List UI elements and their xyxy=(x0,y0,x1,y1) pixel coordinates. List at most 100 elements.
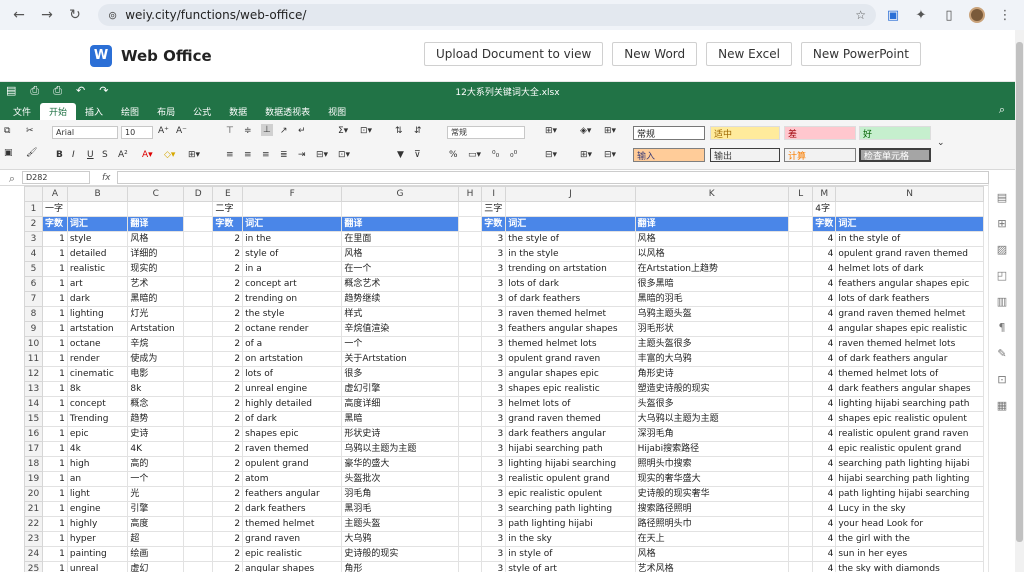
cell-b16[interactable]: epic xyxy=(66,426,129,442)
cell-c22[interactable]: 高度 xyxy=(127,516,185,532)
cell-d20[interactable] xyxy=(183,486,214,502)
cell-b12[interactable]: cinematic xyxy=(66,366,129,382)
copy-icon[interactable]: ⧉ xyxy=(4,126,10,136)
align-center-icon[interactable]: ≡ xyxy=(244,150,252,160)
wrap-text-icon[interactable]: ↵ xyxy=(298,126,306,136)
cell-e25[interactable]: 2 xyxy=(212,561,244,572)
cell-g14[interactable]: 高度详细 xyxy=(341,396,459,412)
cell-f17[interactable]: raven themed xyxy=(242,441,343,457)
cell-f18[interactable]: opulent grand xyxy=(242,456,343,472)
style-neutral[interactable]: 适中 xyxy=(710,126,780,140)
italic-icon[interactable]: I xyxy=(72,150,75,160)
cell-b14[interactable]: concept xyxy=(66,396,129,412)
cell-i10[interactable]: 3 xyxy=(481,336,507,352)
cell-n4[interactable]: opulent grand raven themed xyxy=(835,246,984,262)
superscript-icon[interactable]: A² xyxy=(118,150,128,160)
profile-avatar[interactable] xyxy=(966,4,988,26)
cell-k13[interactable]: 塑造史诗般的现实 xyxy=(634,381,789,397)
cell-h23[interactable] xyxy=(457,531,483,547)
slicer-settings-icon[interactable]: ▦ xyxy=(989,392,1015,418)
percent-icon[interactable]: % xyxy=(449,150,458,160)
sort-desc-icon[interactable]: ⇵ xyxy=(414,126,422,136)
column-header-b[interactable]: B xyxy=(66,186,129,202)
cell-d16[interactable] xyxy=(183,426,214,442)
cell-g6[interactable]: 概念艺术 xyxy=(341,276,459,292)
cell-l10[interactable] xyxy=(787,336,814,352)
column-header-a[interactable]: A xyxy=(41,186,68,202)
cell-m17[interactable]: 4 xyxy=(812,441,837,457)
cell-d1[interactable] xyxy=(183,201,214,217)
cell-e21[interactable]: 2 xyxy=(212,501,244,517)
cell-g20[interactable]: 羽毛角 xyxy=(341,486,459,502)
cell-c16[interactable]: 史诗 xyxy=(127,426,185,442)
cell-n3[interactable]: in the style of xyxy=(835,231,984,247)
column-header-i[interactable]: I xyxy=(481,186,507,202)
avatar[interactable] xyxy=(969,7,985,23)
cell-c5[interactable]: 现实的 xyxy=(127,261,185,277)
clear-filter-icon[interactable]: ⊽ xyxy=(414,150,421,160)
cell-g17[interactable]: 乌鸦以主题为主题 xyxy=(341,441,459,457)
cell-b17[interactable]: 4k xyxy=(66,441,129,457)
paragraph-settings-icon[interactable]: ¶ xyxy=(989,314,1015,340)
cell-l11[interactable] xyxy=(787,351,814,367)
cell-c2[interactable]: 翻译 xyxy=(127,216,185,232)
cell-e20[interactable]: 2 xyxy=(212,486,244,502)
cell-k16[interactable]: 深羽毛角 xyxy=(634,426,789,442)
cell-f4[interactable]: style of xyxy=(242,246,343,262)
upload-document-button[interactable]: Upload Document to view xyxy=(423,42,604,66)
row-header[interactable]: 3 xyxy=(24,231,43,247)
row-header[interactable]: 11 xyxy=(24,351,43,367)
cell-e8[interactable]: 2 xyxy=(212,306,244,322)
cell-l22[interactable] xyxy=(787,516,814,532)
style-input[interactable]: 输入 xyxy=(633,148,705,162)
row-header[interactable]: 14 xyxy=(24,396,43,412)
row-header[interactable]: 6 xyxy=(24,276,43,292)
translate-icon[interactable]: ▣ xyxy=(882,4,904,26)
cell-c8[interactable]: 灯光 xyxy=(127,306,185,322)
cell-l6[interactable] xyxy=(787,276,814,292)
cell-e10[interactable]: 2 xyxy=(212,336,244,352)
cell-i7[interactable]: 3 xyxy=(481,291,507,307)
cell-i12[interactable]: 3 xyxy=(481,366,507,382)
more-menu-icon[interactable]: ⋮ xyxy=(994,4,1016,26)
cell-l4[interactable] xyxy=(787,246,814,262)
cell-m1[interactable]: 4字 xyxy=(812,201,837,217)
cell-g5[interactable]: 在一个 xyxy=(341,261,459,277)
column-header-n[interactable]: N xyxy=(835,186,984,202)
cell-d8[interactable] xyxy=(183,306,214,322)
cell-i22[interactable]: 3 xyxy=(481,516,507,532)
cell-a7[interactable]: 1 xyxy=(41,291,68,307)
row-header[interactable]: 1 xyxy=(24,201,43,217)
cell-m3[interactable]: 4 xyxy=(812,231,837,247)
cell-g3[interactable]: 在里面 xyxy=(341,231,459,247)
cell-m25[interactable]: 4 xyxy=(812,561,837,572)
sort-asc-icon[interactable]: ⇅ xyxy=(395,126,403,136)
cell-b1[interactable] xyxy=(66,201,129,217)
cell-d5[interactable] xyxy=(183,261,214,277)
cell-i6[interactable]: 3 xyxy=(481,276,507,292)
cell-g9[interactable]: 辛烷值渲染 xyxy=(341,321,459,337)
column-header-d[interactable]: D xyxy=(183,186,214,202)
cell-a2[interactable]: 字数 xyxy=(41,216,68,232)
cell-g11[interactable]: 关于Artstation xyxy=(341,351,459,367)
cell-m7[interactable]: 4 xyxy=(812,291,837,307)
cell-l16[interactable] xyxy=(787,426,814,442)
cell-f11[interactable]: on artstation xyxy=(242,351,343,367)
new-word-button[interactable]: New Word xyxy=(612,42,698,66)
strikethrough-icon[interactable]: S xyxy=(102,150,108,160)
cell-g16[interactable]: 形状史诗 xyxy=(341,426,459,442)
cell-k14[interactable]: 头盔很多 xyxy=(634,396,789,412)
cell-h18[interactable] xyxy=(457,456,483,472)
cell-n17[interactable]: epic realistic opulent grand xyxy=(835,441,984,457)
clear-icon[interactable]: ◈▾ xyxy=(580,126,591,136)
cell-c10[interactable]: 辛烷 xyxy=(127,336,185,352)
cell-g23[interactable]: 大乌鸦 xyxy=(341,531,459,547)
cell-b4[interactable]: detailed xyxy=(66,246,129,262)
cell-n5[interactable]: helmet lots of dark xyxy=(835,261,984,277)
cell-k7[interactable]: 黑暗的羽毛 xyxy=(634,291,789,307)
cell-n2[interactable]: 词汇 xyxy=(835,216,984,232)
cell-a3[interactable]: 1 xyxy=(41,231,68,247)
cell-a11[interactable]: 1 xyxy=(41,351,68,367)
style-check-cell[interactable]: 检查单元格 xyxy=(859,148,931,162)
cell-i11[interactable]: 3 xyxy=(481,351,507,367)
